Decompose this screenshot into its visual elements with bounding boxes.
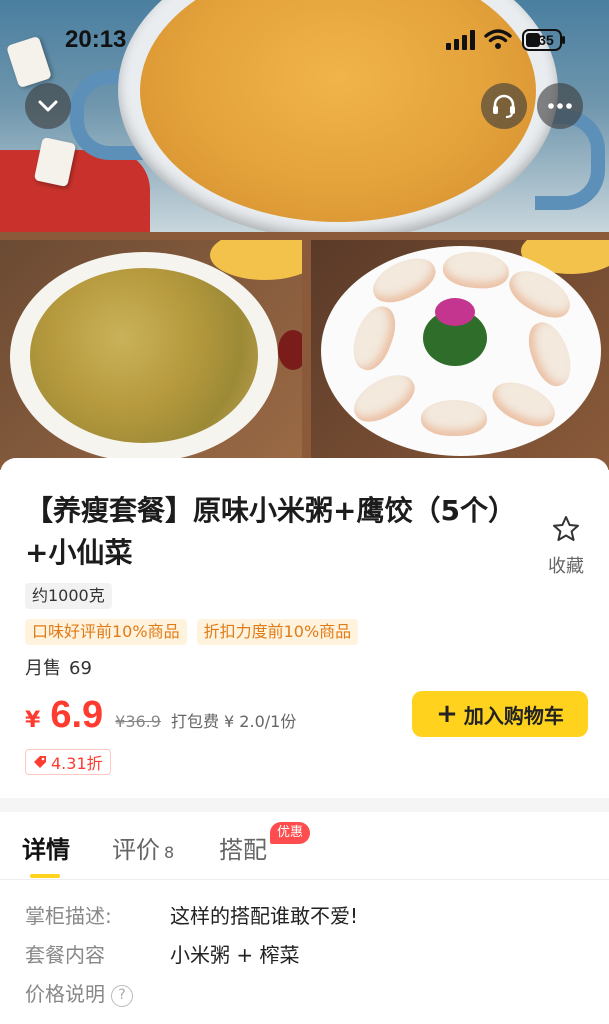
discount-badge: 4.31折 — [25, 749, 111, 775]
tab-detail[interactable]: 详情 — [22, 830, 70, 865]
battery-level: 35 — [538, 32, 554, 48]
tab-combo[interactable]: 搭配 — [219, 830, 267, 865]
product-photo-gallery[interactable] — [0, 0, 609, 470]
promo-badge: 优惠 — [270, 822, 311, 844]
rank-tag-discount: 折扣力度前10%商品 — [196, 619, 359, 645]
question-icon[interactable]: ? — [111, 985, 133, 1007]
customer-service-icon — [493, 94, 515, 119]
plus-icon: + — [436, 699, 458, 729]
add-to-cart-button[interactable]: + 加入购物车 — [412, 691, 588, 737]
tab-reviews[interactable]: 评价 8 — [112, 830, 174, 865]
tab-reviews-label: 评价 — [112, 836, 160, 864]
monthly-sales: 月售 69 — [25, 654, 92, 680]
currency-symbol: ¥ — [25, 708, 41, 733]
section-divider — [0, 798, 609, 812]
pickles-photo — [0, 240, 302, 460]
favorite-button[interactable]: 收藏 — [542, 514, 590, 578]
star-icon — [553, 516, 579, 541]
tab-bar: 详情 评价 8 搭配 优惠 — [0, 812, 609, 880]
rank-tag-taste: 口味好评前10%商品 — [25, 619, 187, 645]
wifi-icon — [484, 29, 512, 49]
product-info-card: 【养瘦套餐】原味小米粥+鹰饺（5个）+小仙菜 收藏 约1000克 口味好评前10… — [0, 458, 609, 798]
detail-key: 掌柜描述: — [25, 904, 112, 928]
packing-fee: 打包费 ¥ 2.0/1份 — [170, 712, 297, 731]
price-tag-icon — [34, 756, 46, 768]
chevron-down-icon — [38, 100, 58, 112]
rank-tags: 口味好评前10%商品 折扣力度前10%商品 — [25, 619, 359, 645]
detail-value: 小米粥 + 榨菜 — [170, 943, 300, 967]
more-icon — [548, 103, 572, 109]
more-button[interactable] — [537, 83, 583, 129]
current-price: 6.9 — [50, 694, 104, 736]
active-tab-indicator — [30, 874, 60, 878]
weight-tag: 约1000克 — [25, 583, 112, 609]
signal-icon — [446, 30, 475, 50]
reviews-count: 8 — [164, 843, 175, 862]
dumplings-photo — [311, 240, 609, 460]
product-title: 【养瘦套餐】原味小米粥+鹰饺（5个）+小仙菜 — [25, 494, 516, 569]
detail-key: 套餐内容 — [25, 943, 105, 967]
collapse-button[interactable] — [25, 83, 71, 129]
price-note-label: 价格说明 — [25, 982, 105, 1006]
sales-label: 月售 — [25, 658, 61, 679]
favorite-label: 收藏 — [548, 556, 584, 577]
status-bar: 20:13 35 — [0, 22, 609, 58]
customer-service-button[interactable] — [481, 83, 527, 129]
price-row: ¥ 6.9 ¥36.9 打包费 ¥ 2.0/1份 — [25, 694, 296, 746]
original-price: ¥36.9 — [115, 712, 161, 731]
detail-value: 这样的搭配谁敢不爱! — [170, 904, 359, 928]
add-to-cart-label: 加入购物车 — [463, 703, 564, 728]
status-time: 20:13 — [65, 26, 127, 53]
sales-count: 69 — [69, 658, 92, 679]
detail-key: 价格说明? — [25, 980, 133, 1008]
discount-text: 4.31折 — [51, 754, 103, 773]
